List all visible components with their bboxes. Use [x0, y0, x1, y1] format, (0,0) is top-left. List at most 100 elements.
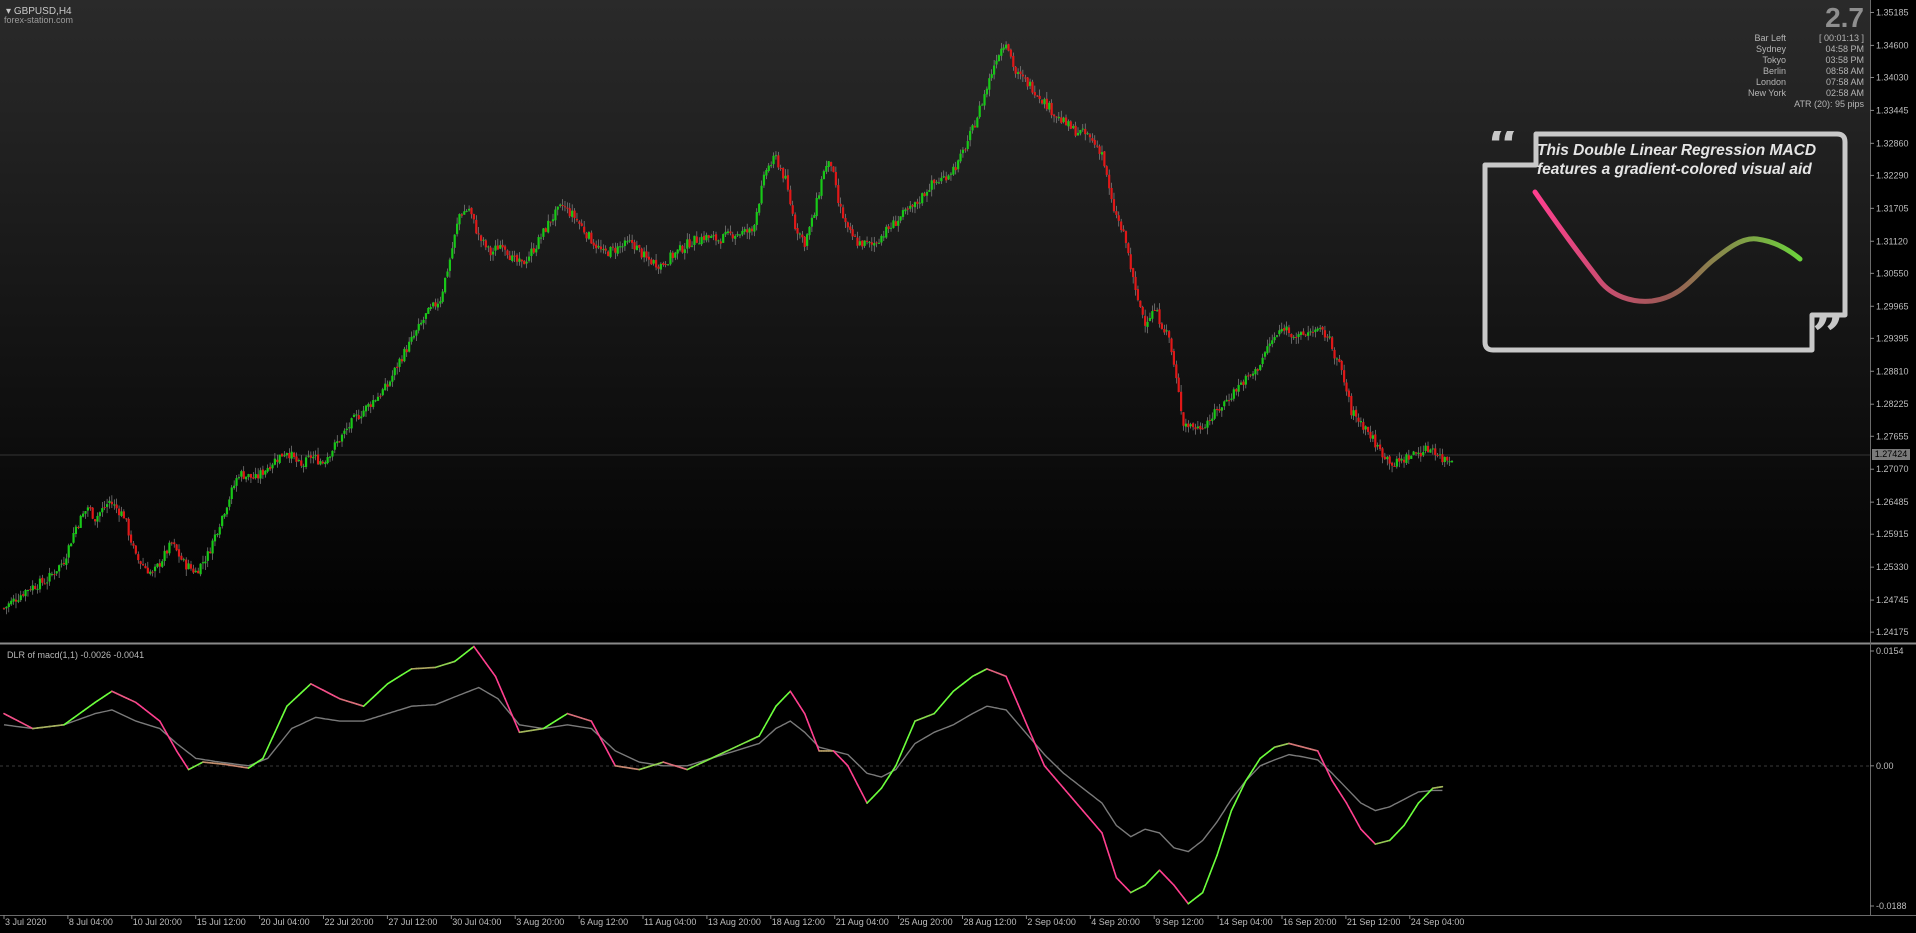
candle-body [36, 588, 39, 590]
candle-body [1081, 128, 1084, 130]
candle-body [129, 534, 133, 543]
candle-body [909, 205, 912, 209]
candle-body [568, 208, 571, 217]
candle-body [738, 234, 742, 236]
candle-body [1031, 81, 1034, 93]
candle-body [1115, 211, 1118, 215]
candle-body [513, 255, 516, 257]
candle-body [22, 594, 25, 596]
candle-body [1127, 243, 1130, 254]
candle-body [1371, 435, 1374, 439]
time-tick-label: 15 Jul 12:00 [197, 917, 246, 927]
candle-body [89, 507, 92, 509]
indicator-background [0, 645, 1870, 915]
price-tick-label: 1.34600 [1876, 40, 1909, 50]
candle-body [959, 153, 962, 162]
candle-body [424, 313, 428, 319]
candle-body [945, 176, 948, 181]
candle-body [760, 185, 763, 204]
candle-body [642, 251, 646, 258]
candle-body [326, 457, 329, 464]
candle-body [1343, 370, 1346, 383]
candle-body [175, 544, 178, 551]
current-price-tag: 1.27424 [1872, 449, 1910, 460]
candle-body [937, 182, 941, 184]
candle-body [1323, 330, 1327, 338]
candle-body [1084, 128, 1087, 135]
candle-body [62, 562, 66, 565]
candle-body [1273, 337, 1276, 341]
candle-body [911, 204, 914, 207]
candle-body [1141, 306, 1144, 315]
candle-body [218, 527, 221, 535]
candle-body [165, 550, 169, 554]
candle-body [146, 567, 149, 574]
candle-body [1196, 426, 1199, 429]
candle-body [1419, 452, 1422, 457]
candle-body [532, 248, 535, 253]
candle-body [784, 175, 787, 179]
candle-body [245, 476, 248, 480]
candle-body [362, 410, 365, 417]
candle-body [671, 252, 674, 259]
candle-body [1179, 391, 1183, 412]
candle-body [108, 500, 111, 504]
candle-body [882, 236, 885, 238]
candle-body [1045, 98, 1048, 110]
candle-body [1019, 71, 1022, 75]
candle-body [1151, 311, 1154, 319]
candle-body [10, 600, 13, 605]
candle-body [885, 226, 888, 238]
candle-body [1402, 459, 1406, 463]
candle-body [1362, 422, 1365, 430]
candle-body [520, 259, 523, 262]
candle-body [1223, 401, 1226, 407]
candle-body [923, 193, 926, 197]
candle-body [170, 542, 173, 544]
candle-body [743, 229, 746, 232]
candle-body [731, 234, 734, 239]
candle-body [1364, 426, 1367, 430]
candle-body [1352, 410, 1355, 416]
candle-body [60, 563, 63, 565]
time-tick-label: 28 Aug 12:00 [964, 917, 1017, 927]
info-row: London 07:58 AM [1676, 77, 1864, 87]
time-tick-label: 13 Aug 20:00 [708, 917, 761, 927]
candle-body [1088, 134, 1092, 138]
candle-body [762, 174, 766, 186]
candle-body [84, 511, 87, 514]
candle-body [508, 255, 511, 261]
candle-body [1429, 449, 1432, 453]
candle-body [460, 214, 463, 216]
candle-body [240, 471, 243, 477]
candle-body [1271, 340, 1274, 345]
candle-body [46, 582, 49, 584]
candle-body [861, 240, 864, 247]
candle-body [1096, 145, 1099, 147]
candle-body [137, 554, 140, 561]
candle-body [983, 94, 986, 106]
candle-body [913, 202, 917, 208]
candle-body [1170, 338, 1173, 353]
info-key: Berlin [1762, 66, 1786, 76]
candle-body [237, 477, 241, 479]
candle-body [439, 301, 442, 304]
candle-body [1036, 95, 1039, 97]
price-tick-label: 1.28225 [1876, 399, 1909, 409]
candle-body [249, 473, 253, 478]
candle-body [1266, 346, 1269, 354]
candle-body [1146, 321, 1149, 327]
candle-body [841, 207, 845, 219]
candle-body [266, 467, 269, 472]
candle-body [1345, 382, 1348, 392]
candle-body [189, 564, 193, 569]
candle-body [501, 244, 504, 248]
candle-body [458, 214, 461, 225]
candle-body [110, 501, 113, 505]
candle-body [1239, 382, 1243, 385]
candle-body [48, 572, 51, 582]
candle-body [1319, 327, 1322, 329]
candle-body [420, 322, 423, 325]
candle-body [1004, 44, 1008, 49]
candle-body [1191, 423, 1195, 428]
